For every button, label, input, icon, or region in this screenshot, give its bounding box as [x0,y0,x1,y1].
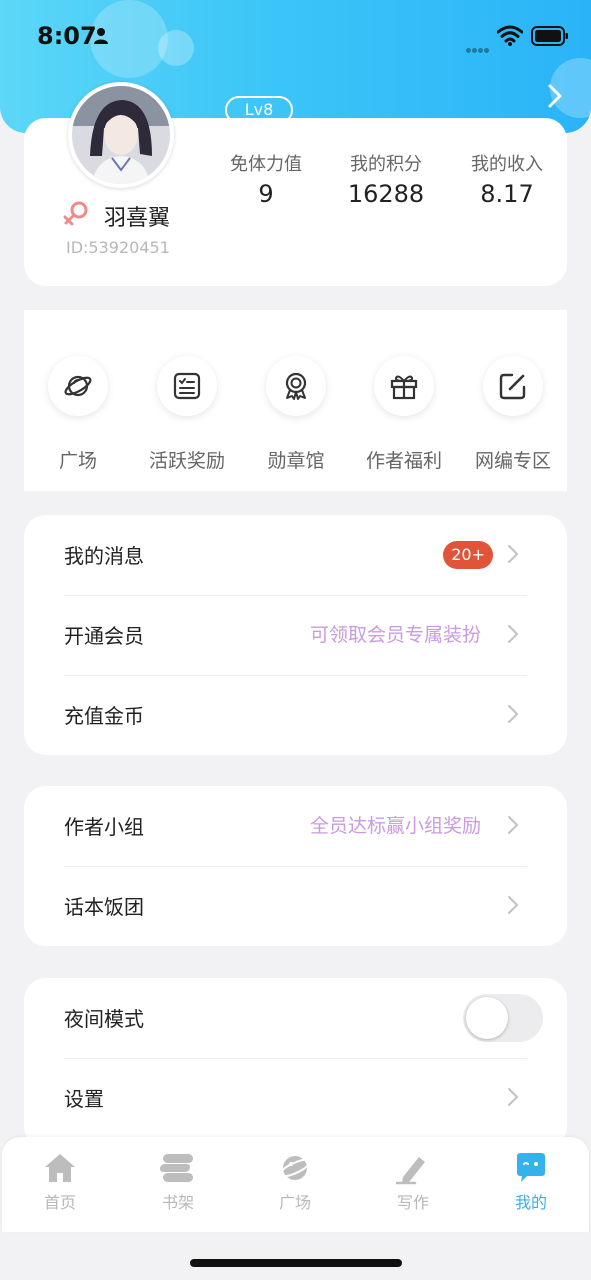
quick-action-label: 作者福利 [365,450,442,472]
username: 羽喜翼 [104,206,171,231]
menu-label: 作者小组 [64,815,144,839]
status-bar: 8:07 [0,0,591,70]
stat-points[interactable]: 我的积分 16288 [326,150,446,208]
quick-action-label: 活跃奖励 [148,450,225,472]
female-icon [63,201,88,226]
profile-screen: 8:07 Lv8 免体力值 9 我的积分 16288 我的收入 8.17 羽喜翼… [0,0,591,1280]
planet-icon [64,375,92,397]
tab-plaza[interactable]: 广场 [255,1151,335,1213]
chat-bubble-icon [517,1153,545,1182]
bottom-tab-bar: 首页 书架 广场 写作 我的 [2,1137,589,1232]
menu-row-night-mode: 夜间模式 [24,978,567,1058]
chevron-right-icon [508,705,518,723]
menu-row-author-group[interactable]: 作者小组 全员达标赢小组奖励 [24,786,567,866]
quick-action-icon-circle [483,356,543,416]
chevron-right-icon[interactable] [544,82,566,110]
quick-action-activity-rewards[interactable]: 活跃奖励 [132,356,242,473]
level-badge: Lv8 [225,96,293,124]
chevron-right-icon [508,896,518,914]
unread-badge: 20+ [443,541,493,569]
tab-label: 写作 [396,1193,429,1212]
menu-row-settings[interactable]: 设置 [24,1058,567,1138]
quick-actions: 广场 活跃奖励 勋章馆 作者福利 网编专区 [24,310,567,491]
menu-hint: 全员达标赢小组奖励 [309,815,481,837]
edit-icon [499,373,526,400]
battery-icon [531,26,568,46]
menu-group-account: 我的消息 20+ 开通会员 可领取会员专属装扮 充值金币 [24,515,567,755]
menu-label: 充值金币 [64,704,144,728]
stat-label: 我的收入 [471,154,543,175]
user-id: ID:53920451 [66,238,170,257]
quick-action-label: 网编专区 [474,450,551,472]
menu-row-fan-club[interactable]: 话本饭团 [24,866,567,946]
avatar[interactable] [68,82,174,188]
menu-row-membership[interactable]: 开通会员 可领取会员专属装扮 [24,595,567,675]
wifi-icon [497,25,523,46]
tab-label: 广场 [278,1193,311,1212]
quick-action-editor-zone[interactable]: 网编专区 [458,356,568,473]
quick-action-medal-hall[interactable]: 勋章馆 [241,356,351,473]
stat-label: 免体力值 [230,154,302,175]
tab-label: 我的 [514,1193,547,1212]
tab-label: 首页 [43,1193,76,1212]
stat-label: 我的积分 [350,154,422,175]
checklist-icon [173,372,201,400]
quick-action-label: 勋章馆 [267,450,325,472]
stat-value: 8.17 [480,180,534,208]
quick-action-icon-circle [266,356,326,416]
stat-income[interactable]: 我的收入 8.17 [447,150,567,208]
stat-value: 16288 [347,180,425,208]
quick-action-icon-circle [157,356,217,416]
menu-hint: 可领取会员专属装扮 [309,624,481,646]
chevron-right-icon [508,545,518,563]
stat-stamina[interactable]: 免体力值 9 [206,150,326,208]
menu-group-preferences: 夜间模式 设置 [24,978,567,1148]
quick-action-author-benefits[interactable]: 作者福利 [349,356,459,473]
menu-row-messages[interactable]: 我的消息 20+ [24,515,567,595]
bookshelf-icon [160,1154,193,1182]
chevron-right-icon [508,1088,518,1106]
person-icon [94,28,108,44]
quick-action-label: 广场 [58,450,97,472]
menu-label: 设置 [64,1087,104,1111]
quick-action-icon-circle [48,356,108,416]
quick-action-plaza[interactable]: 广场 [23,356,133,473]
menu-label: 话本饭团 [64,895,144,919]
gift-icon [390,375,418,400]
stat-value: 9 [258,180,274,208]
planet-icon [278,1156,312,1180]
home-icon [45,1154,75,1182]
cellular-signal-icon [466,38,490,57]
tab-bookshelf[interactable]: 书架 [138,1151,218,1213]
menu-row-recharge[interactable]: 充值金币 [24,675,567,755]
avatar-image [72,86,170,184]
chevron-right-icon [508,816,518,834]
night-mode-toggle[interactable] [463,994,543,1042]
home-indicator [190,1259,402,1267]
toggle-knob [466,997,508,1039]
medal-icon [285,372,307,400]
quick-action-icon-circle [374,356,434,416]
pen-icon [395,1157,425,1185]
menu-group-community: 作者小组 全员达标赢小组奖励 话本饭团 [24,786,567,946]
tab-label: 书架 [161,1193,194,1212]
tab-home[interactable]: 首页 [20,1151,100,1213]
menu-label: 夜间模式 [64,1007,144,1031]
menu-label: 我的消息 [64,544,144,568]
tab-me[interactable]: 我的 [491,1151,571,1213]
menu-label: 开通会员 [64,624,144,648]
status-time: 8:07 [37,22,97,50]
tab-writing[interactable]: 写作 [373,1151,453,1213]
chevron-right-icon [508,625,518,643]
